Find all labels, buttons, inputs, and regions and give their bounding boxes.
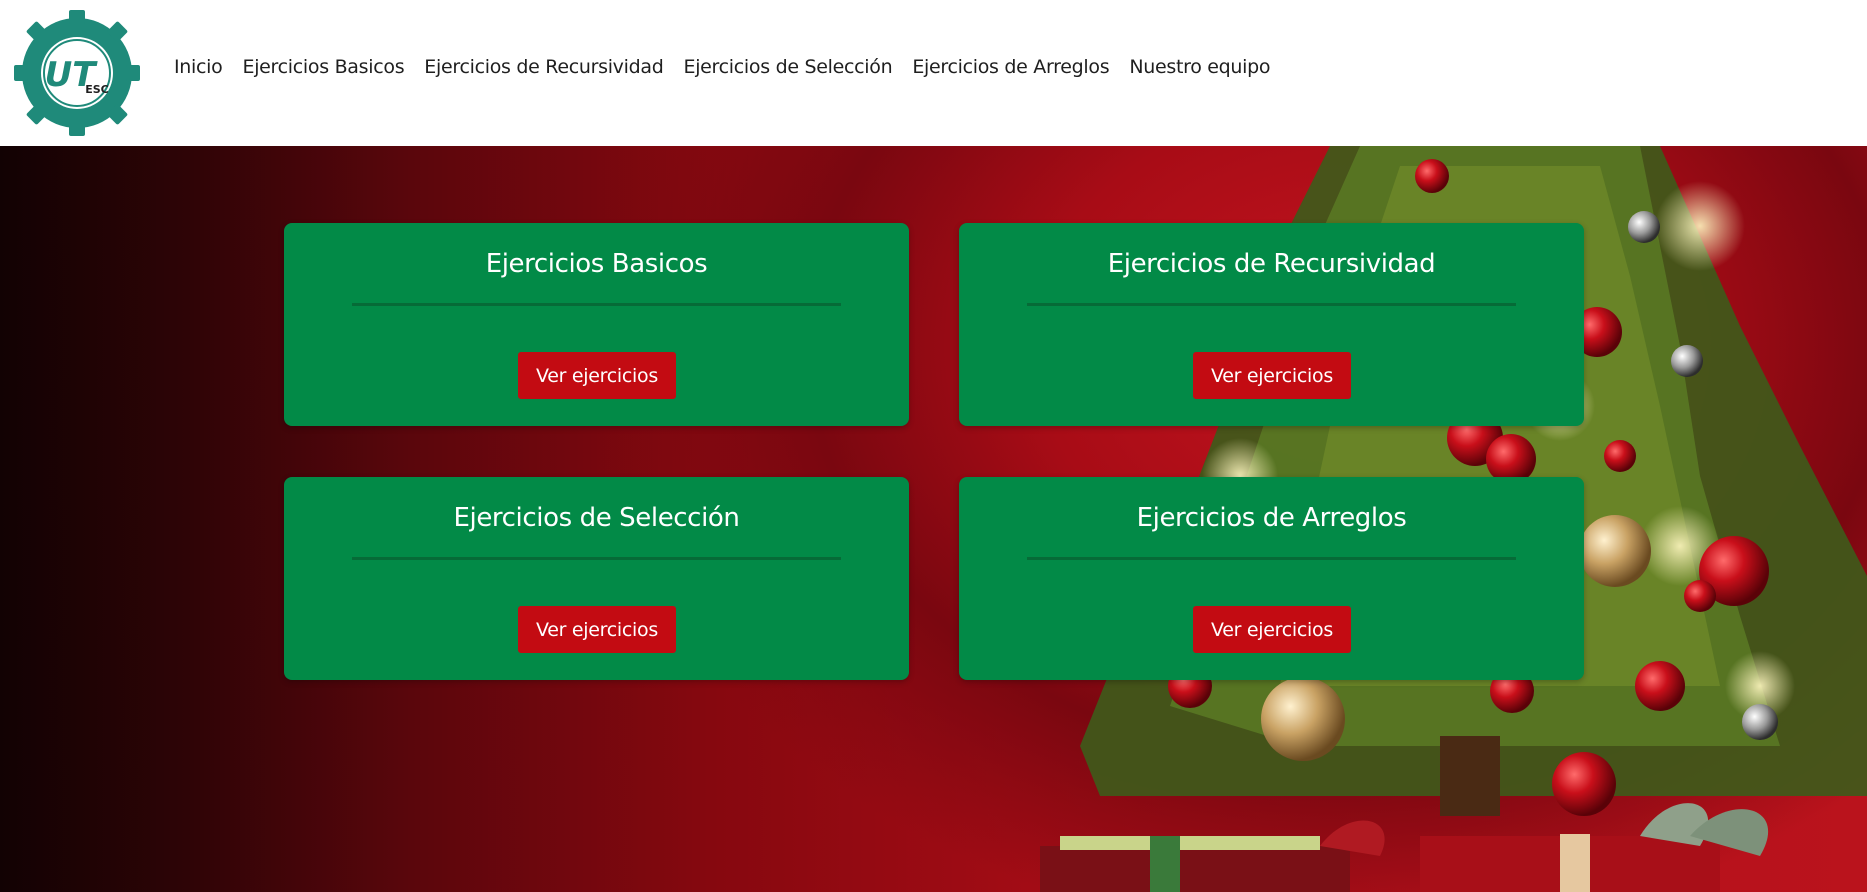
card-title: Ejercicios de Recursividad (1107, 249, 1436, 279)
svg-text:ESC: ESC (85, 83, 109, 96)
christmas-tree-background-image (1040, 146, 1867, 892)
site-header: UT ESC Inicio Ejercicios Basicos Ejercic… (0, 0, 1867, 146)
nav-item-inicio[interactable]: Inicio (174, 56, 223, 78)
nav-item-ejercicios-recursividad[interactable]: Ejercicios de Recursividad (424, 56, 663, 78)
card-ejercicios-seleccion: Ejercicios de Selección Ver ejercicios (284, 477, 909, 680)
card-title: Ejercicios de Selección (453, 503, 740, 533)
main-navigation: Inicio Ejercicios Basicos Ejercicios de … (174, 56, 1290, 78)
ver-ejercicios-button[interactable]: Ver ejercicios (518, 352, 676, 399)
ver-ejercicios-button[interactable]: Ver ejercicios (1193, 606, 1351, 653)
card-divider (352, 557, 841, 560)
card-divider (352, 303, 841, 306)
ver-ejercicios-button[interactable]: Ver ejercicios (518, 606, 676, 653)
card-title: Ejercicios Basicos (485, 249, 708, 279)
university-logo[interactable]: UT ESC (13, 8, 141, 138)
nav-item-nuestro-equipo[interactable]: Nuestro equipo (1129, 56, 1270, 78)
card-title: Ejercicios de Arreglos (1136, 503, 1407, 533)
nav-item-ejercicios-arreglos[interactable]: Ejercicios de Arreglos (912, 56, 1109, 78)
card-ejercicios-recursividad: Ejercicios de Recursividad Ver ejercicio… (959, 223, 1584, 426)
card-ejercicios-basicos: Ejercicios Basicos Ver ejercicios (284, 223, 909, 426)
card-divider (1027, 303, 1516, 306)
nav-item-ejercicios-basicos[interactable]: Ejercicios Basicos (242, 56, 404, 78)
nav-item-ejercicios-seleccion[interactable]: Ejercicios de Selección (683, 56, 892, 78)
hero-section: Ejercicios Basicos Ver ejercicios Ejerci… (0, 146, 1867, 892)
ver-ejercicios-button[interactable]: Ver ejercicios (1193, 352, 1351, 399)
card-ejercicios-arreglos: Ejercicios de Arreglos Ver ejercicios (959, 477, 1584, 680)
card-divider (1027, 557, 1516, 560)
gear-logo-icon: UT ESC (14, 10, 140, 136)
